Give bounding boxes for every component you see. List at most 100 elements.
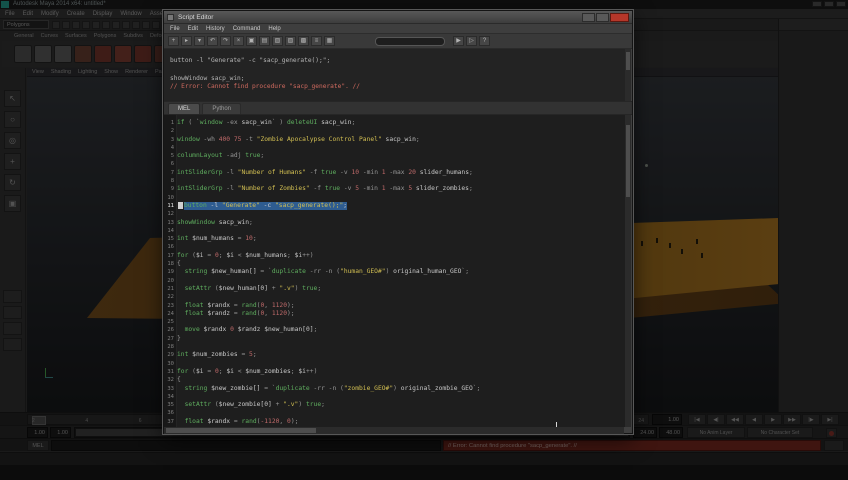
line-number: 20 [167,277,174,284]
code-line[interactable]: 9 intSliderGrp -l "Number of Zombies" -f … [164,185,626,193]
code-line[interactable]: 34 [164,393,626,401]
code-line[interactable]: 7 intSliderGrp -l "Number of Humans" -f t… [164,169,626,177]
code-line[interactable]: 13 showWindow sacp_win; [164,219,626,227]
line-number: 31 [167,368,174,375]
code-line[interactable]: 2 [164,127,626,135]
script-editor-menu-bar: File Edit History Command Help [164,24,632,34]
open-script-icon[interactable]: ▸ [181,36,192,46]
history-scrollbar[interactable] [625,49,631,101]
code-line[interactable]: 1 if ( `window -ex sacp_win` ) deleteUI s… [164,119,626,127]
se-menu-command[interactable]: Command [233,26,261,32]
code-horizontal-scrollbar[interactable] [164,427,624,434]
toolbar-icon-group-right: ▶ ▷? [453,36,490,46]
code-line[interactable]: 30 [164,360,626,368]
code-line[interactable]: 6 [164,160,626,168]
toolbar-icon-group-left: + ▸ ▾ ↶ ↷ × ▣ ▤ ▧ ▨ ▩ ≡ ▦ [168,36,335,46]
code-line[interactable]: 25 [164,318,626,326]
code-scrollbar-thumb[interactable] [626,125,630,197]
code-horizontal-thumb[interactable] [166,428,316,433]
line-number: 11 [167,202,174,209]
search-input[interactable] [375,36,445,46]
se-menu-history[interactable]: History [206,26,225,32]
se-menu-file[interactable]: File [170,26,180,32]
line-number: 4 [170,144,174,151]
code-line[interactable]: 29 int $num_zombies = 5; [164,351,626,359]
code-line[interactable]: 20 [164,277,626,285]
code-line[interactable]: 19 string $new_human[] = `duplicate -rr … [164,268,626,276]
line-number: 35 [167,402,174,409]
cut-icon[interactable]: × [233,36,244,46]
code-line[interactable]: 14 [164,227,626,235]
new-tab-icon[interactable]: + [168,36,179,46]
code-line[interactable]: 12 [164,210,626,218]
line-number: 6 [170,161,174,168]
code-line[interactable]: 35 setAttr ($new_zombie[0] + ".v") true; [164,401,626,409]
minimize-button[interactable] [582,13,595,22]
copy-icon[interactable]: ▣ [246,36,257,46]
code-line[interactable]: 28 [164,343,626,351]
code-line[interactable]: 17 for ($i = 0; $i < $num_humans; $i++) [164,252,626,260]
history-scrollbar-thumb[interactable] [626,52,630,70]
history-line: showWindow sacp_win; [170,74,245,82]
save-script-icon[interactable]: ▾ [194,36,205,46]
redo-icon[interactable]: ↷ [220,36,231,46]
code-line[interactable]: 32{ [164,376,626,384]
clear-input-icon[interactable]: ▨ [285,36,296,46]
paste-icon[interactable]: ▤ [259,36,270,46]
se-menu-help[interactable]: Help [268,26,280,32]
code-line[interactable]: 15 int $num_humans = 10; [164,235,626,243]
code-line[interactable]: 3 window -wh 400 75 -t "Zombie Apocalypse… [164,136,626,144]
code-line[interactable]: 10 [164,194,626,202]
code-line[interactable]: 27} [164,335,626,343]
line-number: 23 [167,302,174,309]
code-line[interactable]: 23 float $randx = rand(0, 1120); [164,302,626,310]
undo-icon[interactable]: ↶ [207,36,218,46]
script-editor-title-bar[interactable]: Script Editor [164,11,632,24]
script-tab-bar: MEL Python [164,101,632,115]
code-line[interactable]: 24 float $randz = rand(0, 1120); [164,310,626,318]
line-number: 14 [167,227,174,234]
code-line[interactable]: 21 setAttr ($new_human[0] + ".v") true; [164,285,626,293]
code-line[interactable]: 16 [164,243,626,251]
se-tab-python[interactable]: Python [202,103,242,114]
code-line[interactable]: 4 [164,144,626,152]
help-icon[interactable]: ? [479,36,490,46]
execute-icon[interactable]: ▷ [466,36,477,46]
input-pane[interactable]: 1 if ( `window -ex sacp_win` ) deleteUI s… [164,115,626,427]
line-number: 13 [167,219,174,226]
code-line[interactable]: 31 for ($i = 0; $i < $num_zombies; $i++) [164,368,626,376]
line-number: 8 [170,178,174,185]
execute-all-icon[interactable]: ▶ [453,36,464,46]
code-lines: 1 if ( `window -ex sacp_win` ) deleteUI s… [164,119,626,426]
code-line[interactable]: 26 move $randx 0 $randz $new_human[0]; [164,326,626,334]
close-button[interactable] [610,13,629,22]
maximize-button[interactable] [596,13,609,22]
history-pane[interactable]: button -l "Generate" -c "sacp_generate()… [164,49,626,101]
code-line[interactable]: 8 [164,177,626,185]
script-editor-window: Script Editor File Edit History Command Help… [163,10,633,434]
code-line[interactable]: 33 string $new_zombie[] = `duplicate -rr… [164,385,626,393]
clear-all-icon[interactable]: ▩ [298,36,309,46]
line-number: 9 [170,186,174,193]
line-number: 29 [167,352,174,359]
code-line[interactable]: 11 button -l "Generate" -c "sacp_generate… [164,201,626,211]
line-number: 17 [167,252,174,259]
code-line[interactable]: 22 [164,293,626,301]
history-line: // Error: Cannot find procedure "sacp_ge… [170,83,360,91]
se-menu-edit[interactable]: Edit [188,26,198,32]
code-line[interactable]: 36 [164,409,626,417]
clear-history-icon[interactable]: ▧ [272,36,283,46]
line-number: 36 [167,410,174,417]
se-tab-mel[interactable]: MEL [168,103,201,114]
script-editor-window-icon [167,14,174,21]
code-vertical-scrollbar[interactable] [625,115,631,427]
line-number: 2 [170,128,174,135]
line-number: 33 [167,385,174,392]
line-number: 24 [167,310,174,317]
line-number: 18 [167,261,174,268]
line-numbers-icon[interactable]: ≡ [311,36,322,46]
echo-commands-icon[interactable]: ▦ [324,36,335,46]
code-line[interactable]: 5 columnLayout -adj true; [164,152,626,160]
script-editor-toolbar: + ▸ ▾ ↶ ↷ × ▣ ▤ ▧ ▨ ▩ ≡ ▦ ▶ ▷? [164,34,632,49]
script-editor-title: Script Editor [178,14,214,21]
